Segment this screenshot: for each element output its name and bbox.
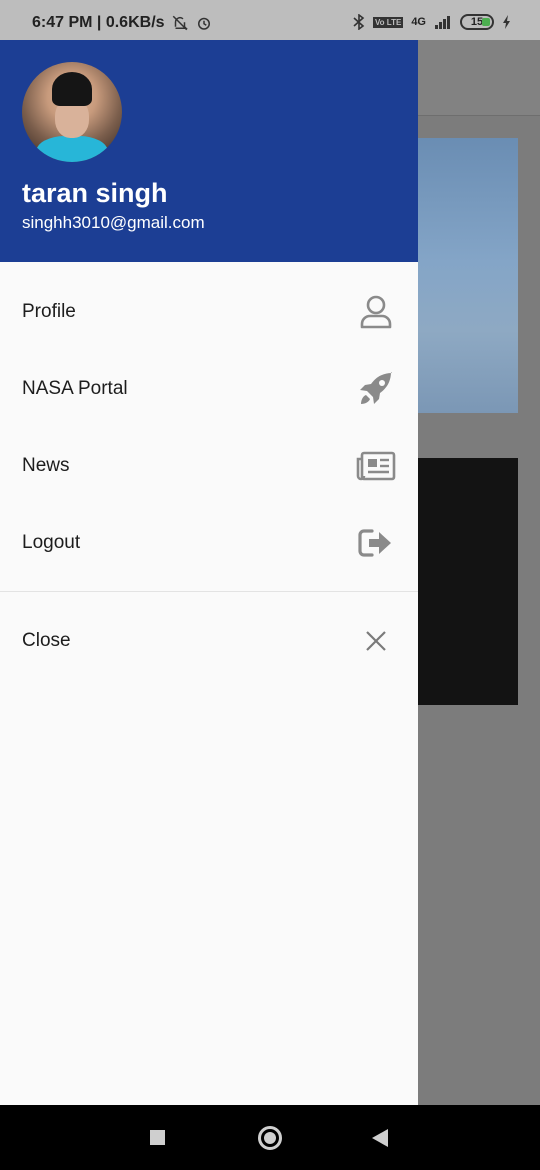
background-dark-card	[418, 458, 518, 705]
notifications-off-icon	[172, 15, 188, 31]
background-app-header	[418, 40, 540, 116]
menu-item-label: Logout	[22, 531, 81, 553]
menu-item-label: News	[22, 454, 70, 476]
close-icon	[356, 621, 396, 661]
logout-icon	[356, 523, 396, 563]
menu-item-news[interactable]: News	[0, 427, 418, 504]
status-time-text: 6:47 PM | 0.6KB/s	[32, 14, 165, 31]
menu-divider	[0, 591, 418, 592]
background-app	[418, 40, 540, 1105]
status-bar: 6:47 PM | 0.6KB/s Vo LTE 4G 15	[0, 0, 540, 40]
status-icons: Vo LTE 4G 15	[353, 14, 512, 30]
menu-item-profile[interactable]: Profile	[0, 273, 418, 350]
system-navigation-bar	[0, 1105, 540, 1170]
home-button[interactable]	[258, 1126, 282, 1150]
avatar	[22, 62, 122, 162]
charging-icon	[503, 15, 510, 29]
status-time: 6:47 PM | 0.6KB/s	[32, 14, 213, 32]
network-label: 4G	[411, 16, 426, 28]
drawer-menu: Profile NASA Portal News Logout Close	[0, 262, 418, 679]
menu-item-close[interactable]: Close	[0, 602, 418, 679]
volte-label: Vo LTE	[372, 16, 404, 28]
user-icon	[356, 292, 396, 332]
menu-item-label: NASA Portal	[22, 377, 128, 399]
background-sky-image	[418, 138, 518, 413]
menu-item-logout[interactable]: Logout	[0, 504, 418, 581]
recent-apps-button[interactable]	[150, 1130, 165, 1145]
newspaper-icon	[356, 446, 396, 486]
menu-item-nasa-portal[interactable]: NASA Portal	[0, 350, 418, 427]
navigation-drawer: taran singh singhh3010@gmail.com Profile…	[0, 40, 418, 1105]
drawer-header: taran singh singhh3010@gmail.com	[0, 40, 418, 262]
battery-icon: 15	[460, 14, 494, 30]
bluetooth-icon	[353, 14, 365, 30]
alarm-icon	[197, 17, 210, 30]
user-email: singhh3010@gmail.com	[22, 213, 205, 232]
menu-item-label: Profile	[22, 300, 76, 322]
menu-item-label: Close	[22, 629, 71, 651]
rocket-icon	[356, 369, 396, 409]
user-name: taran singh	[22, 178, 168, 208]
back-button[interactable]	[372, 1129, 388, 1147]
signal-icon	[435, 16, 450, 29]
